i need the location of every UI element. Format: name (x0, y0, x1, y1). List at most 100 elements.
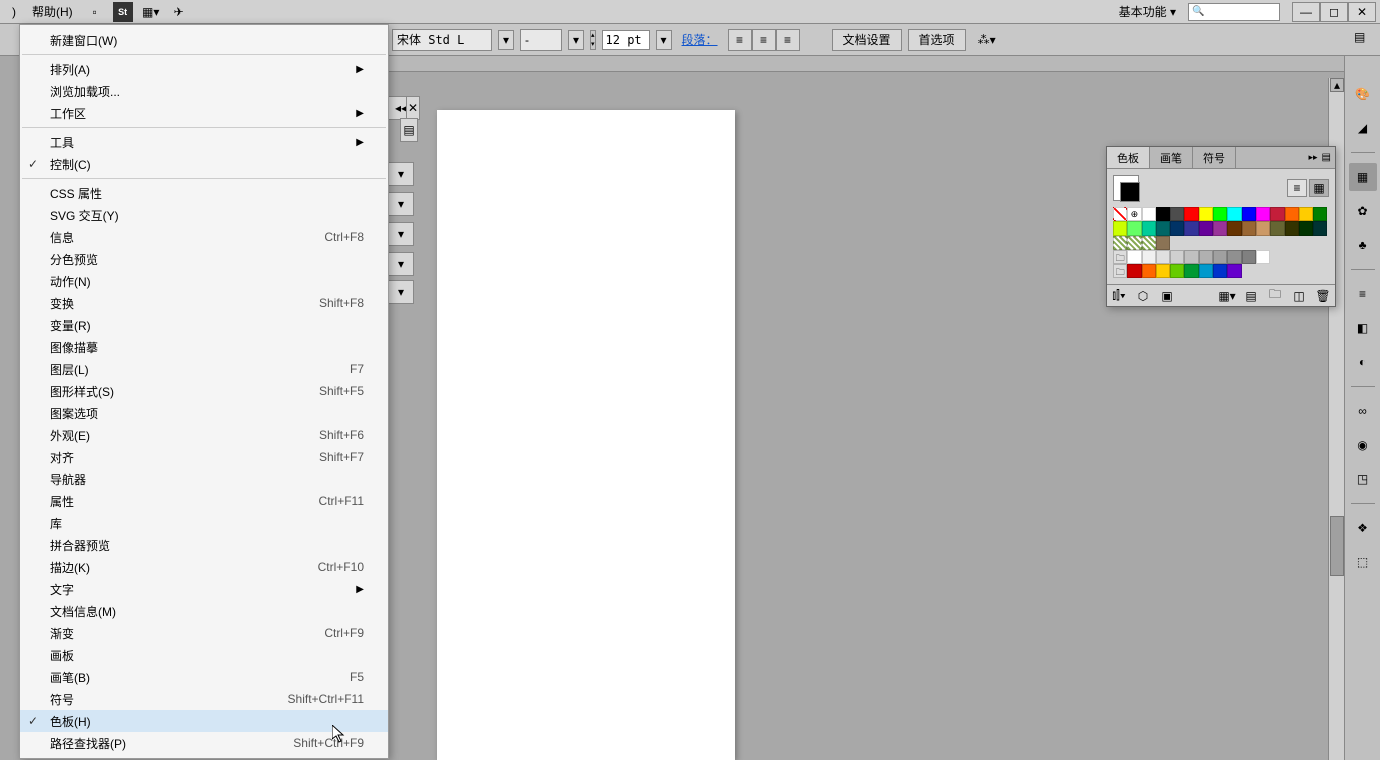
swatch-folder-icon[interactable]: 🗀 (1113, 264, 1127, 278)
search-input[interactable]: 🔍 (1188, 3, 1280, 21)
appearance-panel-icon[interactable]: ◉ (1349, 431, 1377, 459)
menu-item[interactable]: 画笔(B)F5 (20, 666, 388, 688)
swatch[interactable] (1199, 250, 1213, 264)
swatch[interactable] (1142, 221, 1156, 235)
swatch[interactable] (1227, 207, 1241, 221)
swatch[interactable] (1299, 221, 1313, 235)
swatch[interactable] (1256, 207, 1270, 221)
menu-item[interactable]: 工具▶ (20, 131, 388, 153)
bridge-icon[interactable]: ▫ (85, 2, 105, 22)
menu-item[interactable]: 文档信息(M) (20, 600, 388, 622)
swatch[interactable] (1227, 221, 1241, 235)
swatch-options-icon[interactable]: ▣ (1159, 288, 1175, 304)
menu-item[interactable]: 图形样式(S)Shift+F5 (20, 380, 388, 402)
artboard-canvas[interactable] (437, 110, 735, 760)
swatch[interactable] (1242, 250, 1256, 264)
swatch[interactable] (1142, 207, 1156, 221)
swatch[interactable] (1313, 207, 1327, 221)
swatch[interactable] (1184, 264, 1198, 278)
align-right-button[interactable]: ≡ (776, 29, 800, 51)
panel-menu-icon[interactable]: ▤ (1322, 152, 1331, 163)
menu-item[interactable]: ✓色板(H) (20, 710, 388, 732)
gradient-panel-icon[interactable]: ◧ (1349, 314, 1377, 342)
menu-item[interactable]: 排列(A)▶ (20, 58, 388, 80)
swatch[interactable] (1127, 221, 1141, 235)
menu-item[interactable]: ✓控制(C) (20, 153, 388, 175)
swatch[interactable] (1227, 264, 1241, 278)
swatch[interactable] (1213, 207, 1227, 221)
font-size-stepper[interactable]: ▴▾ (590, 30, 596, 50)
swatch[interactable] (1213, 250, 1227, 264)
more-options-icon[interactable]: ⁂▾ (978, 33, 996, 47)
close-button[interactable]: ✕ (1348, 2, 1376, 22)
arrange-docs-icon[interactable]: ▦▾ (141, 2, 161, 22)
menu-item[interactable]: 图层(L)F7 (20, 358, 388, 380)
swatch[interactable] (1127, 250, 1141, 264)
menu-item[interactable]: 对齐Shift+F7 (20, 446, 388, 468)
swatch[interactable] (1299, 207, 1313, 221)
menu-item[interactable]: 画板 (20, 644, 388, 666)
menu-item[interactable]: 符号Shift+Ctrl+F11 (20, 688, 388, 710)
swatch[interactable] (1242, 207, 1256, 221)
color-panel-icon[interactable]: 🎨 (1349, 80, 1377, 108)
swatch[interactable] (1156, 221, 1170, 235)
help-menu[interactable]: 帮助(H) (24, 0, 81, 23)
swatch[interactable] (1213, 221, 1227, 235)
brushes-panel-icon[interactable]: ✿ (1349, 197, 1377, 225)
swatch[interactable] (1184, 221, 1198, 235)
stock-icon[interactable]: St (113, 2, 133, 22)
swatch[interactable] (1156, 250, 1170, 264)
menu-item[interactable]: 分色预览 (20, 248, 388, 270)
swatch[interactable] (1170, 250, 1184, 264)
scroll-thumb[interactable] (1330, 516, 1344, 576)
swatch[interactable] (1170, 207, 1184, 221)
swatch[interactable] (1170, 221, 1184, 235)
font-family-select[interactable]: 宋体 Std L (392, 29, 492, 51)
swatch[interactable] (1270, 207, 1284, 221)
swatch[interactable] (1184, 207, 1198, 221)
menu-item[interactable]: 拼合器预览 (20, 534, 388, 556)
menu-item[interactable]: 工作区▶ (20, 102, 388, 124)
fill-stroke-preview[interactable] (1113, 175, 1139, 201)
transparency-panel-icon[interactable]: ◐ (1349, 348, 1377, 376)
symbols-tab[interactable]: 符号 (1193, 147, 1236, 168)
symbols-panel-icon[interactable]: ♣ (1349, 231, 1377, 259)
menu-item[interactable]: SVG 交互(Y) (20, 204, 388, 226)
menu-item[interactable]: 变量(R) (20, 314, 388, 336)
menu-item[interactable]: 属性Ctrl+F11 (20, 490, 388, 512)
swatch[interactable] (1156, 236, 1170, 250)
new-swatch-group-icon[interactable]: ▤ (1243, 288, 1259, 304)
maximize-button[interactable]: ◻ (1320, 2, 1348, 22)
swatch[interactable] (1142, 264, 1156, 278)
swatch[interactable] (1270, 221, 1284, 235)
menu-item[interactable]: 渐变Ctrl+F9 (20, 622, 388, 644)
artboards-panel-icon[interactable]: ⬚ (1349, 548, 1377, 576)
dropdown-peek-5[interactable]: ▾ (388, 280, 414, 304)
menu-item[interactable]: 描边(K)Ctrl+F10 (20, 556, 388, 578)
layers-panel-icon[interactable]: ❖ (1349, 514, 1377, 542)
menu-item[interactable]: 图案选项 (20, 402, 388, 424)
panel-menu-peek[interactable]: ▤ (400, 118, 418, 142)
menu-item[interactable]: 浏览加载项... (20, 80, 388, 102)
delete-swatch-icon[interactable]: 🗑 (1315, 288, 1331, 304)
swatches-panel-icon[interactable]: ▦ (1349, 163, 1377, 191)
color-guide-icon[interactable]: ◢ (1349, 114, 1377, 142)
menu-item[interactable]: 图像描摹 (20, 336, 388, 358)
minimize-button[interactable]: — (1292, 2, 1320, 22)
swatch-kind-icon[interactable]: ⬡ (1135, 288, 1151, 304)
new-swatch-icon[interactable]: ◫ (1291, 288, 1307, 304)
swatches-tab[interactable]: 色板 (1107, 147, 1150, 168)
graphic-styles-icon[interactable]: ◳ (1349, 465, 1377, 493)
swatch[interactable] (1256, 250, 1270, 264)
swatch[interactable] (1313, 221, 1327, 235)
font-family-dropdown[interactable]: ▾ (498, 30, 514, 50)
font-style-dropdown[interactable]: ▾ (568, 30, 584, 50)
swatch-libraries-icon[interactable]: ⫾⫿▾ (1111, 288, 1127, 304)
dropdown-peek-1[interactable]: ▾ (388, 162, 414, 186)
paragraph-link[interactable]: 段落： (678, 31, 722, 48)
swatch[interactable] (1113, 221, 1127, 235)
new-color-group-icon[interactable]: ▦▾ (1219, 288, 1235, 304)
menu-item[interactable]: 变换Shift+F8 (20, 292, 388, 314)
menu-item[interactable]: 路径查找器(P)Shift+Ctrl+F9 (20, 732, 388, 754)
font-size-dropdown[interactable]: ▾ (656, 30, 672, 50)
